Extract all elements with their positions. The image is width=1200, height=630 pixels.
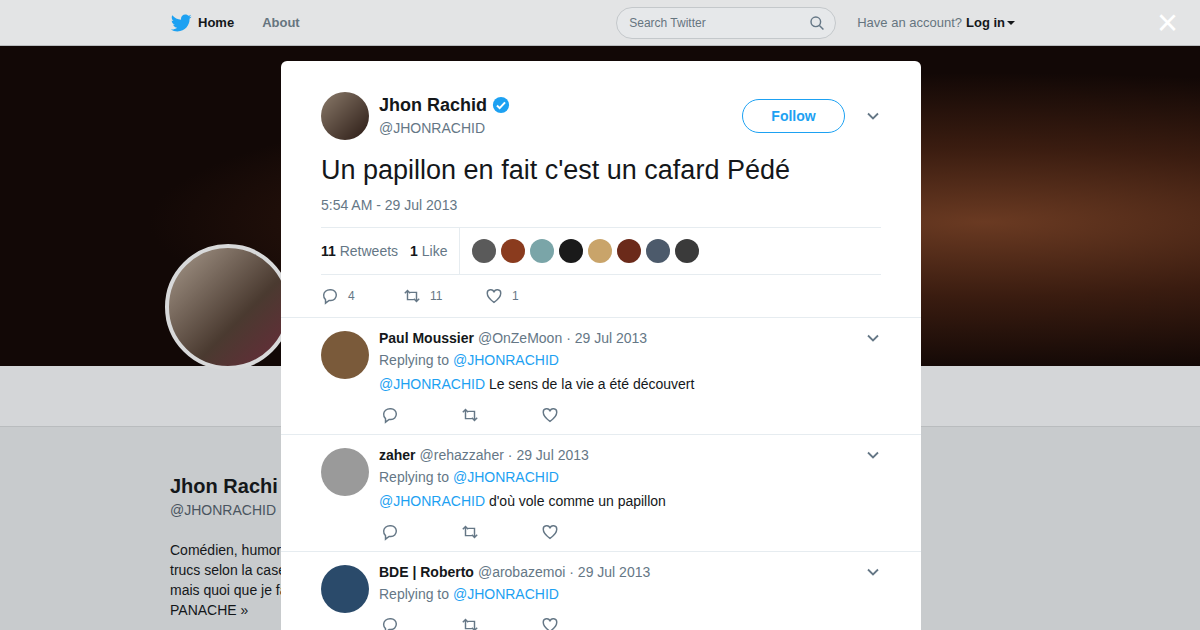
heart-icon[interactable] [541, 406, 559, 424]
reply-name[interactable]: zaher [379, 445, 416, 465]
heart-icon[interactable] [541, 523, 559, 541]
reply-actions [379, 522, 881, 542]
chevron-down-icon[interactable] [865, 447, 881, 463]
tweet-time[interactable]: 5:54 AM - 29 Jul 2013 [281, 188, 921, 214]
retweet-icon[interactable] [461, 616, 479, 630]
reply-handle[interactable]: @OnZeMoon [478, 328, 562, 348]
profile-avatar[interactable] [165, 244, 291, 370]
mention-link[interactable]: @JHONRACHID [379, 376, 485, 392]
magnifier-icon[interactable] [809, 15, 825, 31]
tweet-stats: 11 Retweets 1 Like [321, 227, 881, 275]
heart-icon[interactable] [485, 287, 503, 305]
twitter-page: Home About Search Twitter Have an account? L… [0, 0, 1200, 630]
like-count[interactable]: 1 Like [410, 243, 447, 259]
heart-icon[interactable] [541, 616, 559, 630]
login-link[interactable]: Log in [966, 15, 1005, 30]
reply-avatar[interactable] [321, 448, 369, 496]
twitter-bird-icon[interactable] [170, 12, 192, 34]
like-action[interactable]: 1 [485, 287, 567, 305]
close-button[interactable]: × [1157, 3, 1178, 43]
top-nav: Home About Search Twitter Have an account? L… [0, 0, 1200, 46]
follow-button[interactable]: Follow [742, 99, 845, 133]
reply-name[interactable]: BDE | Roberto [379, 562, 474, 582]
liker-avatar[interactable] [559, 239, 583, 263]
mention-link[interactable]: @JHONRACHID [453, 352, 559, 368]
reply-action[interactable]: 4 [321, 287, 403, 305]
retweet-icon[interactable] [461, 406, 479, 424]
reply-handle[interactable]: @rehazzaher [420, 445, 504, 465]
liker-avatar[interactable] [501, 239, 525, 263]
reply-actions [379, 615, 881, 630]
reply-icon[interactable] [321, 287, 339, 305]
chevron-down-icon[interactable] [865, 330, 881, 346]
tweet-modal: Jhon Rachid@JHONRACHIDFollowUn papillon … [281, 61, 921, 630]
tweet-actions: 4111 [281, 275, 921, 318]
reply-date[interactable]: · 29 Jul 2013 [508, 445, 589, 465]
retweet-icon[interactable] [403, 287, 421, 305]
retweet-icon[interactable] [461, 523, 479, 541]
nav-item[interactable]: About [262, 15, 300, 30]
reply[interactable]: zaher@rehazzaher· 29 Jul 2013Replying to… [281, 435, 921, 552]
mention-link[interactable]: @JHONRACHID [379, 493, 485, 509]
account-prompt: Have an account? [857, 15, 962, 30]
reply-text: @JHONRACHID Le sens de la vie a été déco… [379, 372, 881, 396]
liker-avatar[interactable] [675, 239, 699, 263]
mention-link[interactable]: @JHONRACHID [453, 586, 559, 602]
retweet-action[interactable]: 11 [403, 287, 485, 305]
reply-icon[interactable] [381, 406, 399, 424]
reply-icon[interactable] [381, 523, 399, 541]
mention-link[interactable]: @JHONRACHID [453, 469, 559, 485]
reply-date[interactable]: · 29 Jul 2013 [566, 328, 647, 348]
replying-to: Replying to @JHONRACHID [379, 465, 881, 489]
reply-avatar[interactable] [321, 565, 369, 613]
reply-icon[interactable] [381, 616, 399, 630]
author-name[interactable]: Jhon Rachid [379, 93, 487, 117]
retweet-count[interactable]: 11 Retweets [321, 243, 398, 259]
caret-icon[interactable] [1007, 21, 1015, 25]
nav-item[interactable]: Home [198, 15, 234, 30]
liker-avatar[interactable] [530, 239, 554, 263]
author-avatar[interactable] [321, 92, 369, 140]
reply-avatar[interactable] [321, 331, 369, 379]
reply-name[interactable]: Paul Moussier [379, 328, 474, 348]
liker-avatar[interactable] [472, 239, 496, 263]
chevron-down-icon[interactable] [865, 564, 881, 580]
reply-text: @JHONRACHID d'où vole comme un papillon [379, 489, 881, 513]
search-field[interactable]: Search Twitter [616, 7, 836, 39]
tweet-header: Jhon Rachid@JHONRACHIDFollow [281, 61, 921, 140]
reply-date[interactable]: · 29 Jul 2013 [569, 562, 650, 582]
verified-icon [492, 96, 510, 114]
reply[interactable]: BDE | Roberto@arobazemoi· 29 Jul 2013Rep… [281, 552, 921, 630]
replying-to: Replying to @JHONRACHID [379, 348, 881, 372]
replying-to: Replying to @JHONRACHID [379, 582, 881, 606]
liker-avatar[interactable] [588, 239, 612, 263]
reply[interactable]: Paul Moussier@OnZeMoon· 29 Jul 2013Reply… [281, 318, 921, 435]
liker-avatar[interactable] [617, 239, 641, 263]
tweet-text: Un papillon en fait c'est un cafard Pédé [281, 140, 921, 188]
liker-avatar[interactable] [646, 239, 670, 263]
reply-handle[interactable]: @arobazemoi [478, 562, 565, 582]
chevron-down-icon[interactable] [865, 108, 881, 124]
reply-actions [379, 405, 881, 425]
author-handle[interactable]: @JHONRACHID [379, 117, 742, 139]
